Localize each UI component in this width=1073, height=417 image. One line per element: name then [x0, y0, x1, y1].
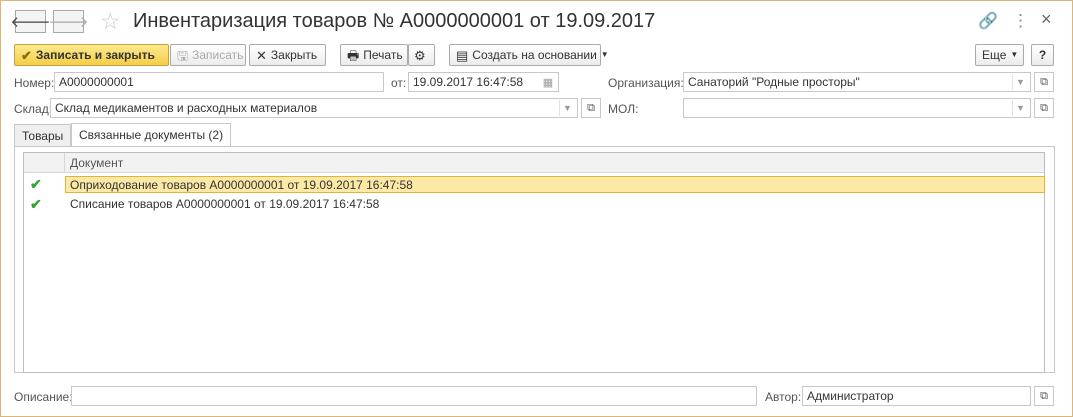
save-and-close-button[interactable]: ✔ Записать и закрыть — [14, 44, 169, 66]
print-label: Печать — [363, 48, 403, 62]
date-label: от: — [391, 76, 407, 90]
chevron-down-icon: ▼ — [1010, 50, 1019, 59]
document-window: 🡐 🡒 ☆ Инвентаризация товаров № А00000000… — [0, 0, 1073, 417]
open-window-icon: ⧉ — [1040, 389, 1048, 402]
author-value: Администратор — [807, 389, 894, 403]
number-label: Номер: — [14, 76, 55, 90]
date-value: 19.09.2017 16:47:58 — [413, 75, 524, 89]
help-label: ? — [1038, 48, 1047, 62]
create-based-on-label: Создать на основании — [472, 48, 597, 62]
more-actions-icon[interactable]: ⋮ — [1012, 11, 1029, 31]
floppy-disk-icon: 🖫 — [177, 47, 189, 63]
chevron-down-icon[interactable]: ▼ — [1012, 100, 1028, 116]
close-label: Закрыть — [270, 48, 318, 62]
checkmark-icon: ✔ — [30, 176, 42, 192]
printer-icon: 🖶 — [347, 47, 360, 63]
author-label: Автор: — [765, 390, 802, 404]
documents-icon: ▤ — [456, 47, 469, 63]
back-button[interactable]: 🡐 — [10, 10, 51, 33]
save-and-close-label: Записать и закрыть — [35, 48, 155, 62]
date-field[interactable]: 19.09.2017 16:47:58 ▦ — [408, 72, 559, 92]
warehouse-value: Склад медикаментов и расходных материало… — [55, 101, 318, 115]
author-open-button[interactable]: ⧉ — [1034, 386, 1054, 406]
help-button[interactable]: ? — [1031, 44, 1054, 66]
description-label: Описание: — [14, 390, 73, 404]
create-based-on-button[interactable]: ▤ Создать на основании ▼ — [449, 44, 609, 66]
description-field[interactable] — [71, 386, 757, 406]
favorite-star-icon[interactable]: ☆ — [100, 8, 121, 35]
calendar-icon[interactable]: ▦ — [540, 74, 556, 90]
check-circle-icon: ✔ — [21, 47, 32, 63]
organization-open-button[interactable]: ⧉ — [1034, 72, 1054, 92]
save-button[interactable]: 🖫 Записать — [170, 44, 246, 66]
open-window-icon: ⧉ — [1040, 75, 1048, 88]
checkmark-icon: ✔ — [30, 196, 42, 212]
warehouse-label: Склад: — [14, 102, 53, 116]
arrow-right-icon: 🡒 — [48, 14, 89, 31]
more-label: Еще — [982, 48, 1007, 62]
column-header-document[interactable]: Документ — [70, 156, 123, 170]
print-settings-button[interactable]: ⚙ — [408, 44, 435, 66]
arrow-left-icon: 🡐 — [10, 14, 51, 31]
forward-button[interactable]: 🡒 — [48, 10, 89, 33]
close-button[interactable]: ✕ Закрыть — [249, 44, 326, 66]
warehouse-field[interactable]: Склад медикаментов и расходных материало… — [50, 98, 578, 118]
open-window-icon: ⧉ — [1040, 101, 1048, 114]
organization-field[interactable]: Санаторий "Родные просторы" ▼ — [683, 72, 1031, 92]
print-button[interactable]: 🖶 Печать — [340, 44, 408, 66]
more-button[interactable]: Еще ▼ — [975, 44, 1024, 66]
author-field[interactable]: Администратор — [802, 386, 1031, 406]
mol-field[interactable]: ▼ — [683, 98, 1031, 118]
related-documents-table[interactable]: Документ ✔ Оприходование товаров А000000… — [23, 152, 1045, 373]
organization-label: Организация: — [608, 76, 684, 90]
chevron-down-icon[interactable]: ▼ — [559, 100, 575, 116]
table-header: Документ — [24, 153, 1044, 173]
tab-goods[interactable]: Товары — [14, 124, 72, 146]
mol-label: МОЛ: — [608, 102, 639, 116]
number-field[interactable]: А0000000001 — [54, 72, 384, 92]
mol-open-button[interactable]: ⧉ — [1034, 98, 1054, 118]
close-icon[interactable]: × — [1041, 9, 1052, 30]
number-value: А0000000001 — [59, 75, 134, 89]
chevron-down-icon: ▼ — [600, 50, 609, 59]
warehouse-open-button[interactable]: ⧉ — [581, 98, 601, 118]
open-window-icon: ⧉ — [587, 101, 595, 114]
close-x-icon: ✕ — [256, 47, 267, 63]
document-cell: Списание товаров А0000000001 от 19.09.20… — [70, 197, 380, 211]
organization-value: Санаторий "Родные просторы" — [688, 75, 860, 89]
document-cell: Оприходование товаров А0000000001 от 19.… — [65, 176, 1045, 193]
save-label: Записать — [192, 48, 244, 62]
chevron-down-icon[interactable]: ▼ — [1012, 74, 1028, 90]
table-row[interactable]: ✔ Оприходование товаров А0000000001 от 1… — [24, 176, 1045, 193]
table-row[interactable]: ✔ Списание товаров А0000000001 от 19.09.… — [24, 196, 1044, 213]
link-icon[interactable]: 🔗 — [978, 11, 998, 31]
gear-icon: ⚙ — [414, 47, 426, 63]
page-title: Инвентаризация товаров № А0000000001 от … — [133, 10, 656, 32]
tab-related-documents[interactable]: Связанные документы (2) — [71, 123, 232, 147]
status-column-header — [24, 153, 65, 173]
